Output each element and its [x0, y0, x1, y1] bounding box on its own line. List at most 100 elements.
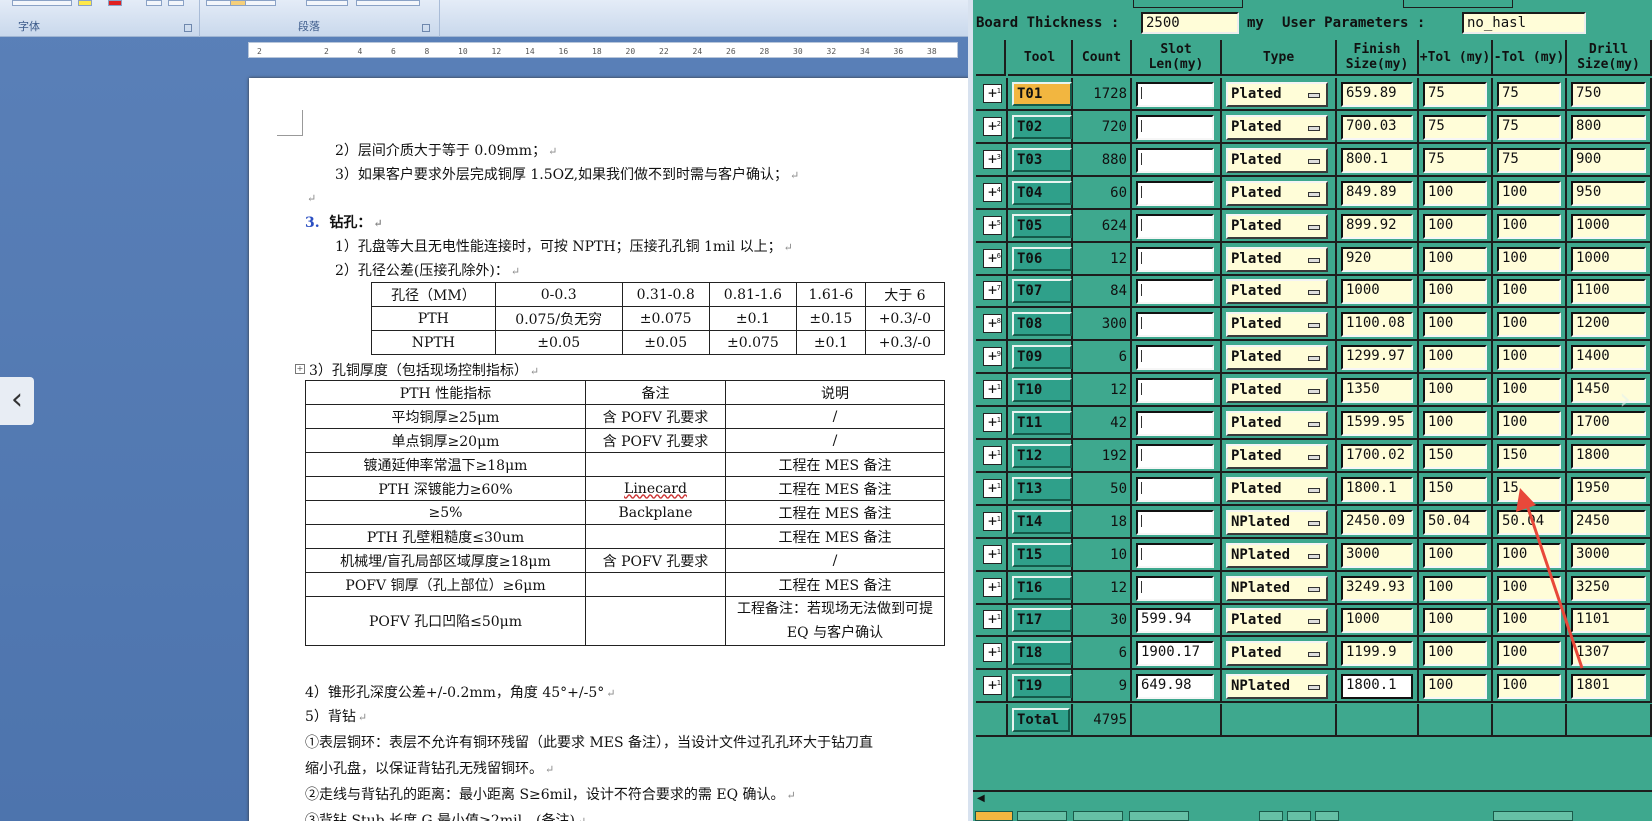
finish-input[interactable]: 1800.1 [1341, 476, 1413, 502]
type-select[interactable]: Plated [1226, 114, 1328, 140]
slot-len-input[interactable]: | [1136, 542, 1214, 568]
expand-row-icon[interactable]: +1 [983, 610, 1002, 630]
expand-row-icon[interactable]: +2 [983, 116, 1002, 136]
column-header-finish-size[interactable]: Finish Size(my) [1337, 40, 1419, 76]
ntol-input[interactable]: 100 [1497, 213, 1561, 239]
ptol-input[interactable]: 100 [1423, 608, 1487, 634]
bottom-button[interactable] [1017, 811, 1067, 821]
drill-input[interactable]: 1101 [1571, 608, 1646, 634]
font-dialog-launcher-icon[interactable]: x [184, 24, 192, 32]
slot-len-input[interactable]: | [1136, 279, 1214, 305]
ntol-input[interactable]: 50.04 [1497, 509, 1561, 535]
paragraph-dialog-launcher-icon[interactable]: x [422, 24, 430, 32]
drill-input[interactable]: 1100 [1571, 279, 1646, 305]
horizontal-ruler[interactable]: 2 2 4 6 8 10 12 14 16 18 20 22 24 26 28 30 32 34 36 38 [248, 42, 958, 58]
slot-len-input[interactable]: | [1136, 509, 1214, 535]
slot-len-input[interactable]: 1900.17 [1136, 641, 1214, 667]
finish-input[interactable]: 800.1 [1341, 147, 1413, 173]
slot-len-input[interactable]: | [1136, 575, 1214, 601]
ntol-input[interactable]: 100 [1497, 345, 1561, 371]
drill-input[interactable]: 3000 [1571, 542, 1646, 568]
ntol-input[interactable]: 100 [1497, 641, 1561, 667]
table-move-handle-icon[interactable]: + [295, 364, 305, 374]
ntol-input[interactable]: 75 [1497, 114, 1561, 140]
slot-len-input[interactable]: 599.94 [1136, 608, 1214, 634]
tool-button[interactable]: T02 [1012, 114, 1072, 139]
drill-input[interactable]: 1000 [1571, 213, 1646, 239]
user-parameters-input[interactable]: no_hasl [1462, 12, 1586, 34]
finish-input[interactable]: 1350 [1341, 378, 1413, 404]
tool-button[interactable]: T15 [1012, 542, 1072, 567]
finish-input[interactable]: 920 [1341, 246, 1413, 272]
expand-row-icon[interactable]: +5 [983, 215, 1002, 235]
ntol-input[interactable]: 100 [1497, 180, 1561, 206]
ptol-input[interactable]: 100 [1423, 213, 1487, 239]
expand-row-icon[interactable]: +1 [983, 643, 1002, 663]
top-tab[interactable] [1403, 0, 1513, 8]
ntol-input[interactable]: 75 [1497, 82, 1561, 107]
ptol-input[interactable]: 100 [1423, 312, 1487, 338]
slot-len-input[interactable]: | [1136, 180, 1214, 206]
type-select[interactable]: Plated [1226, 641, 1328, 667]
column-header-tool[interactable]: Tool [1008, 40, 1073, 76]
type-select[interactable]: NPlated [1226, 674, 1328, 700]
slot-len-input[interactable]: | [1136, 82, 1214, 107]
expand-row-icon[interactable]: +6 [983, 248, 1002, 268]
column-header-slot-len[interactable]: Slot Len(my) [1132, 40, 1222, 76]
type-select[interactable]: Plated [1226, 180, 1328, 206]
tool-button[interactable]: T17 [1012, 608, 1072, 633]
drill-input[interactable]: 750 [1571, 82, 1646, 107]
ntol-input[interactable]: 100 [1497, 674, 1561, 700]
expand-row-icon[interactable]: +3 [983, 149, 1002, 169]
tool-button[interactable]: T08 [1012, 312, 1072, 337]
type-select[interactable]: Plated [1226, 411, 1328, 436]
ntol-input[interactable]: 150 [1497, 443, 1561, 469]
ntol-input[interactable]: 100 [1497, 246, 1561, 272]
ptol-input[interactable]: 100 [1423, 246, 1487, 272]
slot-len-input[interactable]: | [1136, 378, 1214, 404]
ptol-input[interactable]: 75 [1423, 114, 1487, 140]
border-button[interactable] [306, 0, 348, 6]
bottom-button[interactable] [975, 811, 1013, 821]
finish-input[interactable]: 1299.97 [1341, 345, 1413, 371]
drill-input[interactable]: 1801 [1571, 674, 1646, 700]
type-select[interactable]: Plated [1226, 147, 1328, 173]
tool-button[interactable]: T11 [1012, 411, 1072, 435]
expand-row-icon[interactable]: +1 [983, 413, 1002, 432]
drill-input[interactable]: 1400 [1571, 345, 1646, 371]
previous-image-button[interactable]: ‹ [0, 377, 34, 425]
tool-button[interactable]: T04 [1012, 180, 1072, 205]
slot-len-input[interactable]: | [1136, 443, 1214, 469]
ntol-input[interactable]: 100 [1497, 608, 1561, 634]
ntol-input[interactable]: 100 [1497, 411, 1561, 436]
tool-button[interactable]: T10 [1012, 378, 1072, 403]
finish-input[interactable]: 1000 [1341, 608, 1413, 634]
font-buttons[interactable] [12, 0, 72, 6]
slot-len-input[interactable]: 649.98 [1136, 674, 1214, 700]
expand-row-icon[interactable]: +1 [983, 676, 1002, 696]
finish-input[interactable]: 3249.93 [1341, 575, 1413, 601]
expand-row-icon[interactable]: +1 [983, 511, 1002, 531]
slot-len-input[interactable]: | [1136, 246, 1214, 272]
slot-len-input[interactable]: | [1136, 312, 1214, 338]
bottom-button[interactable] [1073, 811, 1123, 821]
tool-button[interactable]: T13 [1012, 476, 1072, 501]
ptol-input[interactable]: 75 [1423, 82, 1487, 107]
slot-len-input[interactable]: | [1136, 147, 1214, 173]
tool-button[interactable]: T19 [1012, 674, 1072, 699]
ptol-input[interactable]: 100 [1423, 279, 1487, 305]
drill-input[interactable]: 1000 [1571, 246, 1646, 272]
expand-row-icon[interactable]: +1 [983, 445, 1002, 465]
tool-button[interactable]: T03 [1012, 147, 1072, 172]
drill-input[interactable]: 1307 [1571, 641, 1646, 667]
bottom-button[interactable] [1315, 811, 1339, 821]
expand-row-icon[interactable]: +7 [983, 281, 1002, 301]
finish-input[interactable]: 659.89 [1341, 82, 1413, 107]
type-select[interactable]: Plated [1226, 279, 1328, 305]
font-color-button[interactable] [108, 0, 122, 6]
top-tab[interactable] [1133, 0, 1243, 8]
ptol-input[interactable]: 150 [1423, 443, 1487, 469]
slot-len-input[interactable]: | [1136, 476, 1214, 502]
ptol-input[interactable]: 100 [1423, 345, 1487, 371]
slot-len-input[interactable]: | [1136, 213, 1214, 239]
